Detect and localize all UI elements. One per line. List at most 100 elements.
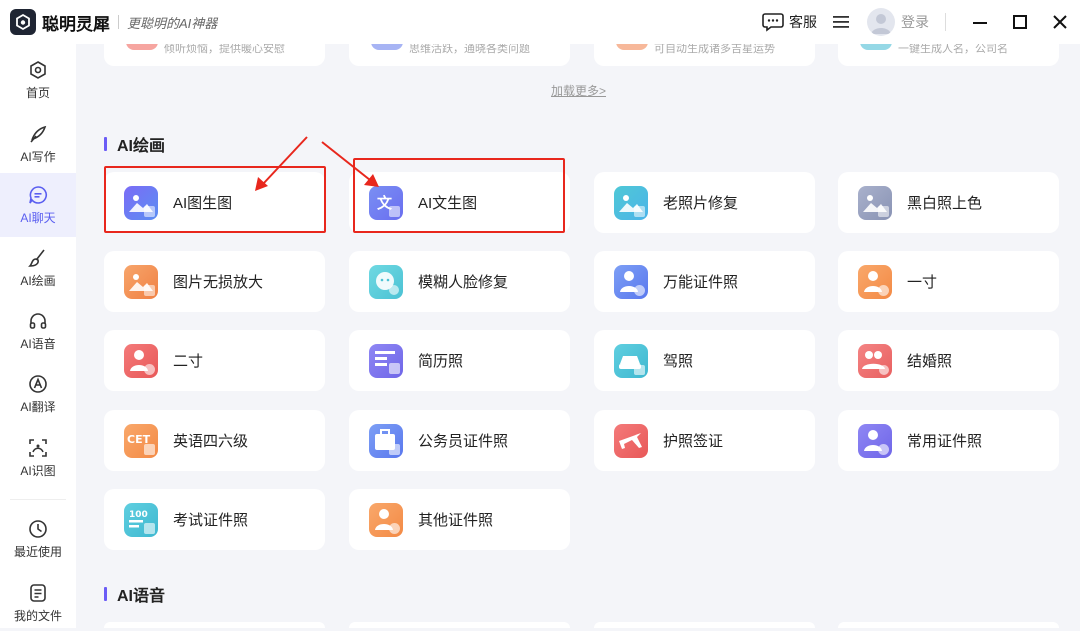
customer-service-button[interactable]: 客服 xyxy=(762,12,817,32)
sidebar-item-ai-writing[interactable]: AI写作 xyxy=(0,116,76,172)
voice-tile[interactable] xyxy=(594,622,815,628)
hamburger-icon xyxy=(833,16,849,28)
file-icon xyxy=(30,583,46,602)
sidebar-item-label: AI绘画 xyxy=(20,273,56,288)
one-inch-photo-icon xyxy=(858,264,892,299)
feature-tile-label: 万能证件照 xyxy=(663,274,739,291)
feature-tile[interactable]: 一寸 xyxy=(838,251,1059,312)
feature-tile-label: 英语四六级 xyxy=(173,433,249,450)
feature-tile[interactable]: 100 考试证件照 xyxy=(104,489,325,550)
sidebar-item-label: 最近使用 xyxy=(13,544,62,559)
scan-icon xyxy=(29,438,47,457)
sidebar-item-label: 首页 xyxy=(25,85,50,100)
feature-tile-label: 考试证件照 xyxy=(173,512,249,529)
feature-tile-label: 简历照 xyxy=(418,353,464,370)
app-slogan: 更聪明的AI神器 xyxy=(127,15,218,31)
minimize-button[interactable] xyxy=(960,0,1000,44)
feature-tile-label: 一寸 xyxy=(907,274,938,291)
maximize-icon xyxy=(1013,15,1027,29)
sidebar-item-my-files[interactable]: 我的文件 xyxy=(0,575,76,631)
customer-service-label: 客服 xyxy=(789,14,817,30)
voice-tile[interactable] xyxy=(349,622,570,628)
feature-tile[interactable]: 简历照 xyxy=(349,330,570,391)
voice-tile[interactable] xyxy=(104,622,325,628)
login-link[interactable]: 登录 xyxy=(901,12,929,32)
face-restore-icon xyxy=(369,264,403,299)
minimize-icon xyxy=(973,22,987,24)
feature-tile[interactable]: 老照片修复 xyxy=(594,172,815,233)
headphones-icon xyxy=(29,312,47,329)
sidebar-item-label: AI语音 xyxy=(20,336,56,351)
feature-tile-label: 模糊人脸修复 xyxy=(418,274,509,291)
feature-tile[interactable]: 结婚照 xyxy=(838,330,1059,391)
feature-tile[interactable]: 二寸 xyxy=(104,330,325,391)
title-divider xyxy=(118,15,119,29)
passport-visa-icon xyxy=(614,423,648,458)
svg-text:100: 100 xyxy=(129,510,148,520)
feature-tile-label: 其他证件照 xyxy=(418,512,494,529)
feature-tile[interactable]: 公务员证件照 xyxy=(349,410,570,471)
feature-tile[interactable]: 万能证件照 xyxy=(594,251,815,312)
exam-photo-icon: 100 xyxy=(124,502,158,537)
common-id-photo-icon xyxy=(858,423,892,458)
translate-icon xyxy=(29,374,47,393)
sidebar: 首页 AI写作 AI聊天 AI绘画 AI语音 AI翻译 AI识图 最近使用 我的… xyxy=(0,44,76,628)
assistant-card[interactable]: 可自动生成诸多吉星运势 xyxy=(594,44,815,66)
close-button[interactable] xyxy=(1040,0,1080,44)
home-icon xyxy=(30,60,46,79)
feature-tile-label: 公务员证件照 xyxy=(418,433,509,450)
section-title-ai-painting: AI绘画 xyxy=(104,132,165,156)
feature-tile[interactable]: 护照签证 xyxy=(594,410,815,471)
load-more-link[interactable]: 加载更多> xyxy=(551,82,606,99)
maximize-button[interactable] xyxy=(1000,0,1040,44)
history-icon xyxy=(29,519,47,538)
feature-tile-label: 二寸 xyxy=(173,353,204,370)
titlebar-divider xyxy=(945,13,946,31)
menu-button[interactable] xyxy=(833,15,849,29)
feature-tile[interactable]: 其他证件照 xyxy=(349,489,570,550)
pen-icon xyxy=(30,125,47,143)
feature-tile[interactable]: 图片无损放大 xyxy=(104,251,325,312)
feature-tile[interactable]: 驾照 xyxy=(594,330,815,391)
avatar[interactable] xyxy=(867,8,895,36)
sidebar-item-recent[interactable]: 最近使用 xyxy=(0,511,76,567)
old-photo-restore-icon xyxy=(614,185,648,220)
chat-bubble-icon xyxy=(762,13,784,32)
colorize-icon xyxy=(858,185,892,220)
sidebar-item-label: AI写作 xyxy=(20,149,56,164)
assistant-card[interactable]: 倾听烦恼，提供暖心安慰 xyxy=(104,44,325,66)
assistant-card[interactable]: 一键生成人名，公司名 xyxy=(838,44,1059,66)
sidebar-item-ai-translate[interactable]: AI翻译 xyxy=(0,366,76,422)
close-icon xyxy=(1053,15,1067,29)
highlight-box xyxy=(353,158,565,233)
feature-tile-label: 老照片修复 xyxy=(663,195,739,212)
sidebar-item-home[interactable]: 首页 xyxy=(0,52,76,108)
feature-tile-label: 常用证件照 xyxy=(907,433,983,450)
driver-license-icon xyxy=(614,343,648,378)
sidebar-item-ai-voice[interactable]: AI语音 xyxy=(0,303,76,359)
resume-photo-icon xyxy=(369,343,403,378)
feature-tile-label: 图片无损放大 xyxy=(173,274,264,291)
brush-icon xyxy=(28,249,45,267)
civil-servant-photo-icon xyxy=(369,423,403,458)
sidebar-item-ai-chat[interactable]: AI聊天 xyxy=(0,173,76,237)
sidebar-item-label: 我的文件 xyxy=(13,608,62,623)
feature-tile-label: 驾照 xyxy=(663,353,694,370)
sidebar-item-ai-painting[interactable]: AI绘画 xyxy=(0,240,76,296)
feature-tile-label: 结婚照 xyxy=(907,353,953,370)
feature-tile[interactable]: 黑白照上色 xyxy=(838,172,1059,233)
sidebar-item-label: AI识图 xyxy=(20,463,56,478)
voice-tile[interactable] xyxy=(838,622,1059,628)
feature-tile-label: 黑白照上色 xyxy=(907,195,983,212)
feature-tile[interactable]: 模糊人脸修复 xyxy=(349,251,570,312)
assistant-card[interactable]: 思维活跃，通晓各类问题 xyxy=(349,44,570,66)
id-photo-universal-icon xyxy=(614,264,648,299)
chat-icon xyxy=(29,185,47,204)
sidebar-item-ai-image-recognition[interactable]: AI识图 xyxy=(0,430,76,486)
sidebar-item-label: AI翻译 xyxy=(20,399,56,414)
image-upscale-icon xyxy=(124,264,158,299)
sidebar-item-label: AI聊天 xyxy=(20,210,56,225)
feature-tile[interactable]: CET 英语四六级 xyxy=(104,410,325,471)
user-icon xyxy=(871,14,891,34)
feature-tile[interactable]: 常用证件照 xyxy=(838,410,1059,471)
